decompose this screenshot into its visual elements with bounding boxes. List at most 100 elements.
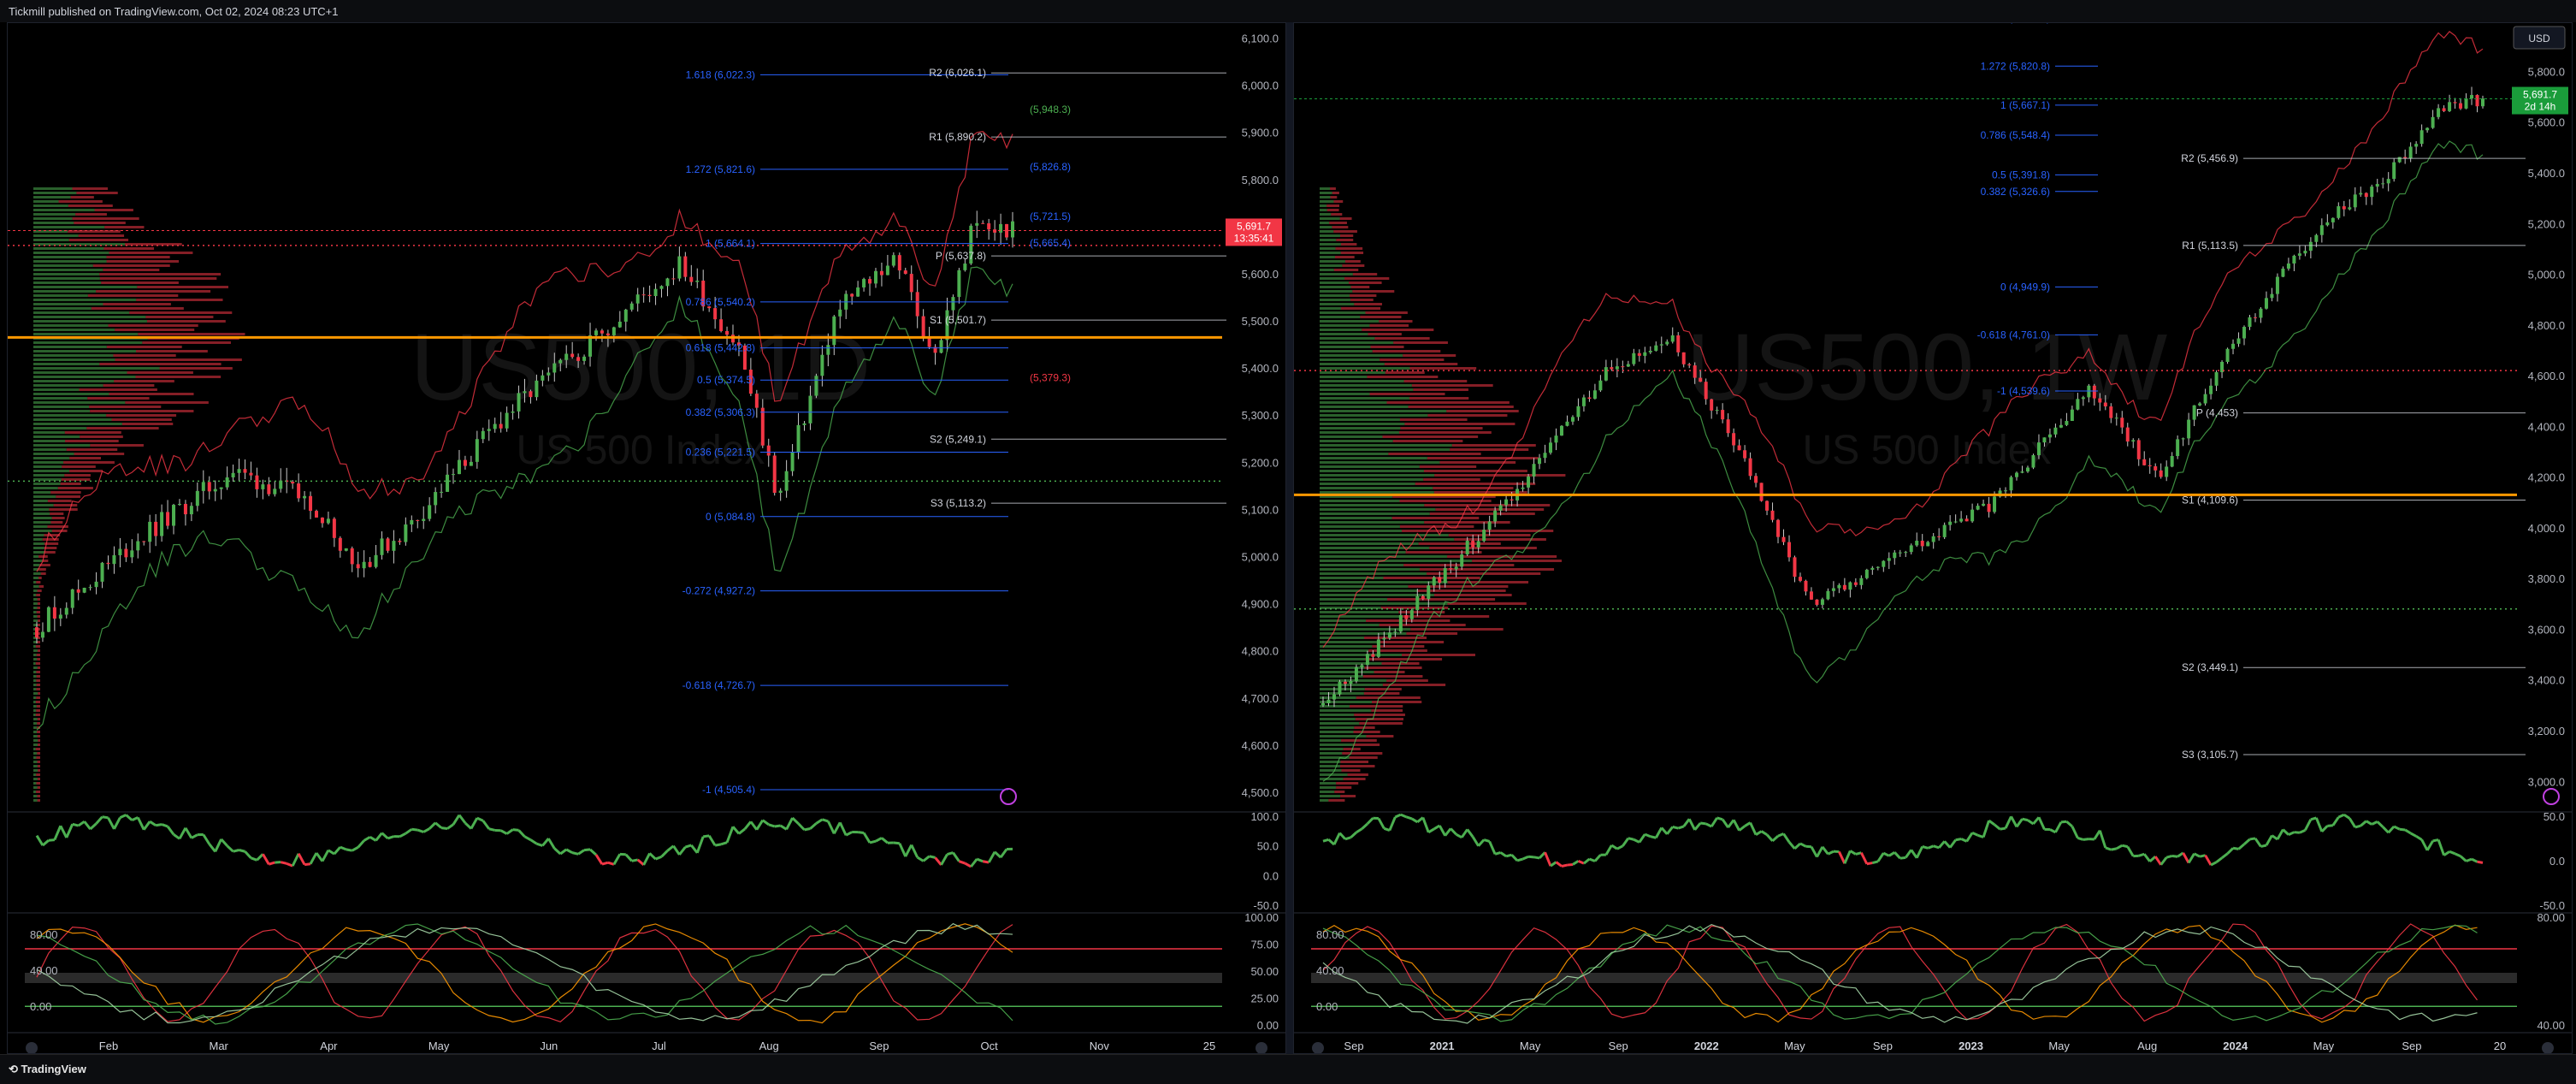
rsi-segment [2294,832,2299,833]
candle-body [273,489,276,494]
time-axis-label: Jul [652,1040,666,1052]
fib-level-label: 0.786 (5,548.4) [1981,129,2050,141]
price-axis-label: 3,600.0 [2528,623,2565,636]
target-label: (5,948.3) [1030,104,1071,116]
rsi-segment [828,821,834,833]
stoch-axis-label-right: 100.00 [1244,911,1279,924]
volume-profile-bar [48,500,72,502]
volume-profile-bar [1364,692,1400,695]
candle-body [814,376,818,395]
volume-profile-bar [33,217,73,220]
left-chart-svg[interactable]: US500, 1DUS 500 Index6,100.06,000.05,900… [8,23,1285,1053]
rsi-segment [132,818,138,820]
price-axis-label: 4,400.0 [2528,420,2565,433]
candle-body [2109,406,2112,418]
volume-profile-bar [1435,508,1544,511]
brand-label: TradingView [21,1063,86,1075]
candle-body [1954,522,1958,523]
rsi-segment [2072,826,2077,838]
rsi-segment [2289,832,2294,835]
volume-profile-bar [1320,611,1398,613]
candle-body [505,413,509,429]
volume-profile-bar [33,363,99,365]
volume-profile-bar [1320,367,1409,370]
candle-body [868,279,871,283]
candle-body [172,505,175,526]
tradingview-logo[interactable]: ⟲ TradingView [9,1063,86,1076]
volume-profile-bar [1392,517,1480,519]
zoom-reset-button[interactable] [1312,1042,1324,1053]
volume-profile-bar [1320,337,1374,340]
rsi-segment [673,846,679,855]
candle-body [916,292,919,316]
volume-profile-bar [1341,243,1356,246]
candle-body [1837,585,1840,589]
auto-scale-button[interactable] [2542,1042,2554,1053]
candle-body [1760,483,1764,501]
left-chart-panel[interactable]: US500, 1DUS 500 Index6,100.06,000.05,900… [7,22,1286,1054]
rsi-segment [739,829,745,833]
candle-body [2431,117,2435,128]
volume-profile-bar [1320,294,1350,297]
time-axis-label: Sep [2402,1040,2421,1052]
volume-profile-bar [1320,470,1424,472]
candle-body [1587,398,1591,400]
volume-profile-bar [1320,714,1354,716]
volume-profile-bar [1344,778,1366,780]
candle-body [1687,364,1691,365]
volume-profile-bar [38,778,40,780]
candle-body [1604,367,1608,381]
rsi-segment [322,850,328,862]
candle-body [2320,225,2324,234]
rsi-axis-label: 0.0 [2549,855,2565,868]
pane-divider[interactable] [1286,22,1293,1054]
right-chart-panel[interactable]: US500, 1WUS 500 Index5,800.05,600.05,400… [1293,22,2573,1054]
volume-profile-bar [125,401,208,404]
volume-profile-bar [1341,252,1363,254]
candle-body [2076,399,2079,409]
candle-body [761,408,765,446]
candle-body [41,632,44,638]
rsi-segment [876,838,882,841]
volume-profile-bar [1350,294,1376,297]
volume-profile-bar [88,294,178,297]
volume-profile-bar [33,589,38,592]
candle-body [2470,95,2473,98]
volume-profile-bar [1383,435,1479,438]
target-label: (5,826.8) [1030,161,1071,173]
price-axis-label: 5,800.0 [2528,65,2565,78]
volume-profile-bar [1320,401,1386,404]
volume-profile-bar [1450,448,1528,451]
rsi-segment [1379,819,1384,829]
volume-profile-bar [1320,564,1403,566]
volume-profile-bar [137,286,228,288]
rsi-segment [1412,819,1417,822]
rsi-segment [1773,836,1778,841]
rsi-segment [1756,832,1761,835]
rsi-segment [1861,853,1866,864]
rsi-segment [376,833,382,841]
zoom-reset-button[interactable] [26,1042,38,1053]
auto-scale-button[interactable] [1256,1042,1267,1053]
volume-profile-bar [1320,692,1364,695]
candle-body [695,281,699,282]
candle-body [226,477,229,488]
volume-profile-bar [1366,619,1450,622]
volume-profile-bar [1320,628,1410,631]
rsi-segment [144,821,150,830]
volume-profile-bar [33,795,37,797]
candle-body [357,564,360,568]
rsi-segment [2244,839,2249,844]
rsi-segment [370,837,376,840]
volume-profile-bar [33,435,80,438]
right-chart-svg[interactable]: US500, 1WUS 500 Index5,800.05,600.05,400… [1294,23,2572,1053]
volume-profile-bar [1320,589,1417,592]
candle-body [487,429,491,430]
volume-profile-bar [68,204,113,207]
rsi-segment [239,850,245,852]
rsi-segment [2278,830,2283,839]
candle-body [922,317,925,338]
candle-body [797,425,801,453]
candle-body [1410,610,1414,619]
candle-body [2281,269,2284,277]
